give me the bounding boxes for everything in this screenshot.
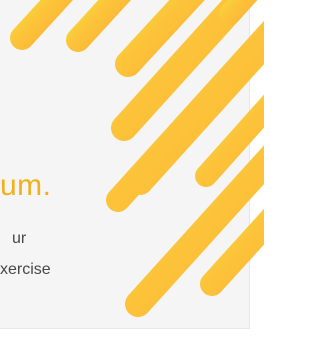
page: um. ur xercise bbox=[0, 0, 264, 347]
card-body-line-1: ur bbox=[12, 230, 27, 247]
card-body-line-2: xercise bbox=[0, 261, 51, 278]
content-card: um. ur xercise bbox=[0, 0, 250, 329]
card-headline: um. bbox=[0, 169, 52, 202]
